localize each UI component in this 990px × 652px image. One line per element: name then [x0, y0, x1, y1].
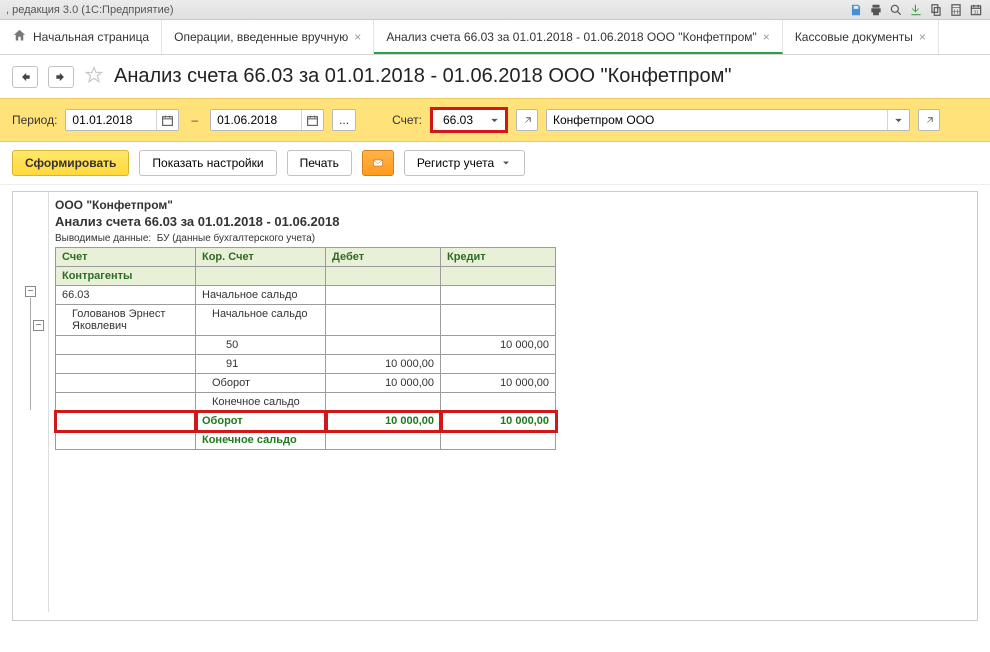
col-credit: Кредит	[441, 248, 556, 267]
calendar-icon[interactable]	[156, 110, 178, 130]
cell-total-debit: 10 000,00	[326, 412, 441, 431]
calculator-icon[interactable]	[948, 2, 964, 18]
date-to-group	[210, 109, 324, 131]
table-row[interactable]: 66.03 Начальное сальдо	[56, 286, 556, 305]
company-open-button[interactable]	[918, 109, 940, 131]
svg-text:31: 31	[974, 9, 980, 14]
table-subheader-row: Контрагенты	[56, 267, 556, 286]
dropdown-icon[interactable]	[887, 110, 909, 130]
table-header-row: Счет Кор. Счет Дебет Кредит	[56, 248, 556, 267]
report-table: Счет Кор. Счет Дебет Кредит Контрагенты …	[55, 247, 556, 450]
date-from-group	[65, 109, 179, 131]
report-title: Анализ счета 66.03 за 01.01.2018 - 01.06…	[55, 214, 971, 229]
back-button[interactable]	[12, 66, 38, 88]
report-area: − − ООО "Конфетпром" Анализ счета 66.03 …	[12, 191, 978, 621]
cell-koracct: 91	[196, 355, 326, 374]
favorite-star-icon[interactable]	[84, 65, 104, 88]
tree-gutter: − −	[13, 192, 49, 612]
dropdown-icon[interactable]	[483, 110, 505, 130]
table-row[interactable]: Конечное сальдо	[56, 431, 556, 450]
header-row: Анализ счета 66.03 за 01.01.2018 - 01.06…	[0, 55, 990, 98]
table-row[interactable]: Конечное сальдо	[56, 393, 556, 412]
page-title: Анализ счета 66.03 за 01.01.2018 - 01.06…	[114, 65, 731, 88]
period-picker-button[interactable]: ...	[332, 109, 356, 131]
tab-operations[interactable]: Операции, введенные вручную ×	[162, 20, 374, 54]
tab-cash-docs[interactable]: Кассовые документы ×	[783, 20, 939, 54]
cell-counterparty: Голованов Эрнест Яковлевич	[56, 305, 196, 336]
cell-turnover-label: Оборот	[196, 374, 326, 393]
tab-analysis[interactable]: Анализ счета 66.03 за 01.01.2018 - 01.06…	[374, 20, 783, 54]
cell-debit: 10 000,00	[326, 374, 441, 393]
collapse-box-icon[interactable]: −	[25, 286, 36, 297]
col-koracct: Кор. Счет	[196, 248, 326, 267]
action-toolbar: Сформировать Показать настройки Печать Р…	[0, 142, 990, 185]
app-title: , редакция 3.0 (1С:Предприятие)	[6, 4, 174, 16]
col-account: Счет	[56, 248, 196, 267]
search-icon[interactable]	[888, 2, 904, 18]
forward-button[interactable]	[48, 66, 74, 88]
print-icon[interactable]	[868, 2, 884, 18]
account-input[interactable]	[433, 110, 483, 130]
cell-start-balance: Начальное сальдо	[196, 286, 326, 305]
collapse-box-icon[interactable]: −	[33, 320, 44, 331]
window-titlebar: , редакция 3.0 (1С:Предприятие) 31	[0, 0, 990, 20]
cell-start-balance: Начальное сальдо	[196, 305, 326, 336]
col-counterparty: Контрагенты	[56, 267, 196, 286]
close-icon[interactable]: ×	[919, 30, 926, 44]
table-row-total-turnover[interactable]: Оборот 10 000,00 10 000,00	[56, 412, 556, 431]
dash: –	[191, 113, 198, 127]
show-settings-button[interactable]: Показать настройки	[139, 150, 276, 176]
save-icon[interactable]	[848, 2, 864, 18]
company-input[interactable]	[547, 110, 887, 130]
copy-icon[interactable]	[928, 2, 944, 18]
tab-home-label: Начальная страница	[33, 30, 149, 44]
table-row[interactable]: 50 10 000,00	[56, 336, 556, 355]
close-icon[interactable]: ×	[763, 30, 770, 44]
download-icon[interactable]	[908, 2, 924, 18]
tab-bar: Начальная страница Операции, введенные в…	[0, 20, 990, 55]
generate-button[interactable]: Сформировать	[12, 150, 129, 176]
col-debit: Дебет	[326, 248, 441, 267]
filter-bar: Период: – ... Счет:	[0, 98, 990, 142]
company-input-group	[546, 109, 910, 131]
date-from-input[interactable]	[66, 110, 156, 130]
mail-button[interactable]	[362, 150, 394, 176]
report-content: ООО "Конфетпром" Анализ счета 66.03 за 0…	[49, 192, 977, 612]
print-button[interactable]: Печать	[287, 150, 352, 176]
cell-end-balance-total: Конечное сальдо	[196, 431, 326, 450]
table-row[interactable]: Оборот 10 000,00 10 000,00	[56, 374, 556, 393]
date-to-input[interactable]	[211, 110, 301, 130]
cell-total-turnover-label: Оборот	[196, 412, 326, 431]
cell-koracct: 50	[196, 336, 326, 355]
cell-debit: 10 000,00	[326, 355, 441, 374]
tab-home[interactable]: Начальная страница	[0, 20, 162, 54]
cell-credit: 10 000,00	[441, 336, 556, 355]
data-note: Выводимые данные: БУ (данные бухгалтерск…	[55, 233, 971, 244]
register-button[interactable]: Регистр учета	[404, 150, 525, 176]
home-icon	[12, 28, 27, 46]
calendar-icon[interactable]	[301, 110, 323, 130]
titlebar-icons: 31	[848, 2, 984, 18]
cell-end-balance: Конечное сальдо	[196, 393, 326, 412]
cell-total-credit: 10 000,00	[441, 412, 556, 431]
account-label: Счет:	[392, 113, 422, 127]
table-row[interactable]: Голованов Эрнест Яковлевич Начальное сал…	[56, 305, 556, 336]
report-company: ООО "Конфетпром"	[55, 198, 971, 212]
account-open-button[interactable]	[516, 109, 538, 131]
tab-operations-label: Операции, введенные вручную	[174, 30, 348, 44]
tab-analysis-label: Анализ счета 66.03 за 01.01.2018 - 01.06…	[386, 30, 756, 44]
account-input-group	[430, 107, 508, 133]
close-icon[interactable]: ×	[354, 30, 361, 44]
cell-account-num: 66.03	[56, 286, 196, 305]
tab-cash-label: Кассовые документы	[795, 30, 913, 44]
calendar-icon[interactable]: 31	[968, 2, 984, 18]
cell-credit: 10 000,00	[441, 374, 556, 393]
tree-line	[30, 298, 31, 410]
period-label: Период:	[12, 113, 57, 127]
table-row[interactable]: 91 10 000,00	[56, 355, 556, 374]
